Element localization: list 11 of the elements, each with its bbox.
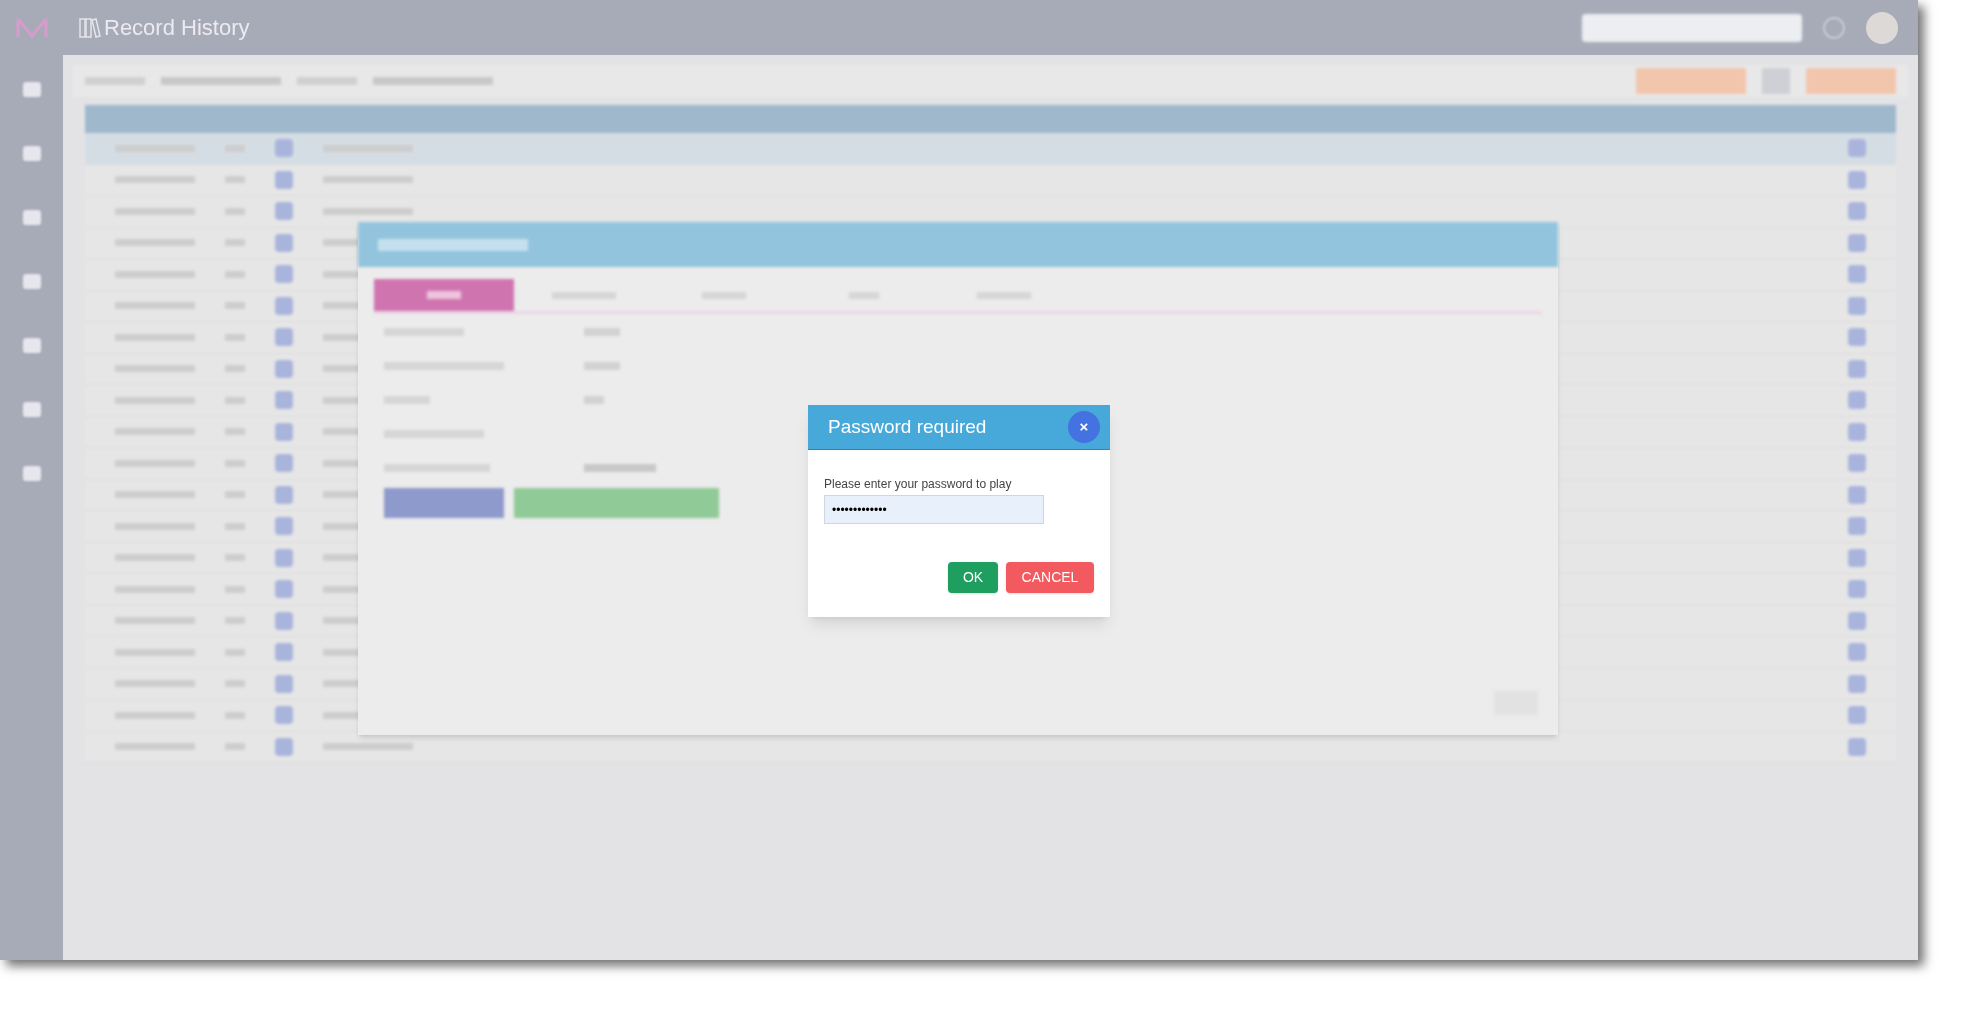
- password-field[interactable]: •••••••••••••: [824, 495, 1044, 524]
- dialog-title: Password required: [828, 414, 987, 439]
- prompt-text: Please enter your password to play: [824, 476, 1013, 493]
- cancel-button[interactable]: CANCEL: [1006, 562, 1094, 593]
- close-button[interactable]: ×: [1068, 411, 1100, 443]
- avatar[interactable]: [1866, 11, 1898, 44]
- books-icon: [78, 15, 102, 40]
- page-title: Record History: [104, 14, 250, 42]
- search-field[interactable]: [1582, 13, 1802, 42]
- ok-button[interactable]: OK: [948, 562, 998, 593]
- logo-icon: [16, 15, 48, 40]
